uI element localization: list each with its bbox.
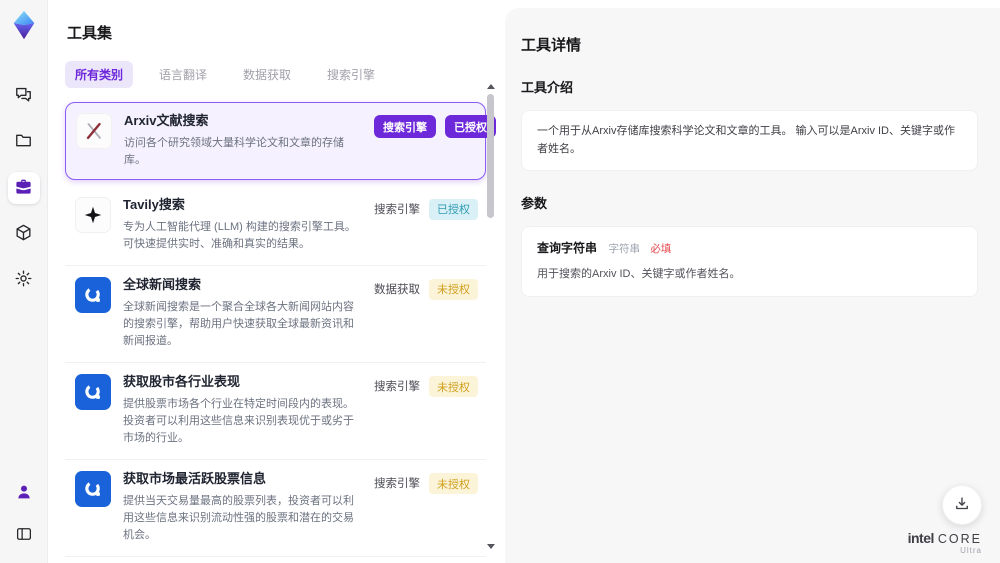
tool-title: 获取股市各行业表现 bbox=[123, 374, 241, 389]
download-icon bbox=[953, 495, 971, 516]
detail-title: 工具详情 bbox=[521, 37, 582, 54]
param-type: 字符串 bbox=[608, 243, 640, 256]
app-logo gem-logo-icon bbox=[9, 10, 39, 40]
tool-description: 提供当天交易量最高的股票列表，投资者可以利用这些信息来识别流动性强的股票和潜在的… bbox=[123, 494, 354, 542]
sidebar-btn-toolbox-icon[interactable] bbox=[7, 172, 40, 204]
category-tag: 搜索引擎 bbox=[374, 478, 420, 491]
intel-wordmark: intel bbox=[907, 529, 935, 546]
tool-card-6[interactable]: 万维地区新闻查询查询具体行政区划内的新闻，快速了解各地新闻动搜索引擎未授权 bbox=[65, 557, 486, 563]
auth-status-badge: 已授权 bbox=[429, 198, 478, 220]
tool-title: Arxiv文献搜索 bbox=[124, 113, 209, 128]
tools-panel: 工具集 所有类别 语言翻译 数据获取 搜索引擎 Arxiv文献搜索 访问各个研究领域大量… bbox=[48, 0, 505, 563]
tool-card-5[interactable]: 获取市场最活跃股票信息提供当天交易量最高的股票列表，投资者可以利用这些信息来识别… bbox=[65, 460, 486, 558]
tool-card-3[interactable]: 全球新闻搜索全球新闻搜索是一个聚合全球各大新闻网站内容的搜索引擎，帮助用户快速获… bbox=[65, 266, 486, 363]
toolbox-icon bbox=[14, 177, 33, 199]
sidebar-bottom bbox=[8, 477, 40, 551]
tab-数据获取[interactable]: 数据获取 bbox=[233, 61, 301, 88]
intel-core-logo: intel CORE Ultra bbox=[908, 531, 982, 556]
tool-card-4[interactable]: 获取股市各行业表现提供股票市场各个行业在特定时间段内的表现。投资者可以利用这些信… bbox=[65, 363, 486, 461]
sidebar-btn-folder-icon[interactable] bbox=[8, 126, 40, 158]
intro-box: 一个用于从Arxiv存储库搜索科学论文和文章的工具。 输入可以是Arxiv ID… bbox=[521, 110, 978, 172]
news-e-icon bbox=[75, 276, 111, 313]
sidebar-btn-chat-icon[interactable] bbox=[8, 80, 40, 112]
tool-title: Tavily搜索 bbox=[123, 196, 185, 212]
auth-status-badge: 未授权 bbox=[429, 473, 478, 495]
tab-搜索引擎[interactable]: 搜索引擎 bbox=[317, 61, 385, 88]
ultra-wordmark: Ultra bbox=[960, 546, 982, 555]
arxiv-icon bbox=[76, 113, 112, 149]
tool-card-1[interactable]: Arxiv文献搜索 访问各个研究领域大量科学论文和文章的存储库。 搜索引擎 已授权 bbox=[65, 102, 496, 180]
page-title: 工具集 bbox=[67, 25, 113, 42]
scroll-down-arrow-icon[interactable] bbox=[487, 544, 495, 549]
parameter-box: 查询字符串 字符串 必填 用于搜索的Arxiv ID、关键字或作者姓名。 bbox=[521, 226, 978, 297]
folder-icon bbox=[14, 131, 33, 153]
sparkle-icon bbox=[75, 196, 111, 233]
category-tag: 搜索引擎 bbox=[374, 115, 436, 138]
collapse-panel-icon bbox=[15, 525, 33, 546]
news-e-icon bbox=[75, 374, 111, 410]
list-scrollbar[interactable] bbox=[486, 84, 495, 549]
tool-description: 专为人工智能代理 (LLM) 构建的搜索引擎工具。可快速提供实时、准确和真实的结… bbox=[123, 220, 356, 250]
tool-title: 全球新闻搜索 bbox=[123, 276, 202, 292]
category-tabs: 所有类别 语言翻译 数据获取 搜索引擎 bbox=[65, 61, 505, 88]
category-tag: 搜索引擎 bbox=[374, 203, 420, 216]
scroll-up-arrow-icon[interactable] bbox=[487, 84, 495, 89]
user-icon bbox=[15, 483, 33, 504]
tool-description: 访问各个研究领域大量科学论文和文章的存储库。 bbox=[124, 136, 344, 166]
category-tag: 数据获取 bbox=[374, 283, 420, 296]
sidebar-btn-user-icon[interactable] bbox=[8, 477, 40, 509]
auth-status-badge: 未授权 bbox=[429, 376, 478, 397]
param-description: 用于搜索的Arxiv ID、关键字或作者姓名。 bbox=[537, 268, 741, 281]
app-window: 工具集 所有类别 语言翻译 数据获取 搜索引擎 Arxiv文献搜索 访问各个研究领域大量… bbox=[0, 0, 1000, 563]
tool-intro-text: 一个用于从Arxiv存储库搜索科学论文和文章的工具。 输入可以是Arxiv ID… bbox=[537, 125, 955, 155]
param-name: 查询字符串 bbox=[537, 241, 598, 256]
param-required-badge: 必填 bbox=[650, 243, 672, 256]
package-icon bbox=[14, 223, 33, 245]
tab-语言翻译[interactable]: 语言翻译 bbox=[149, 61, 217, 88]
news-e-icon bbox=[75, 471, 111, 508]
download-button[interactable] bbox=[942, 485, 982, 525]
icon-sidebar bbox=[0, 0, 48, 563]
chat-icon bbox=[14, 85, 33, 107]
core-wordmark: CORE bbox=[937, 531, 982, 546]
params-section-header: 参数 bbox=[521, 196, 548, 212]
sidebar-btn-package-icon[interactable] bbox=[8, 218, 40, 250]
intro-section-header: 工具介绍 bbox=[521, 80, 574, 95]
sidebar-btn-collapse-panel-icon[interactable] bbox=[8, 519, 40, 551]
tool-title: 获取市场最活跃股票信息 bbox=[123, 471, 267, 487]
sidebar-btn-settings-icon[interactable] bbox=[8, 264, 40, 296]
auth-status-badge: 未授权 bbox=[429, 278, 478, 300]
sidebar-nav bbox=[7, 80, 40, 296]
tool-description: 全球新闻搜索是一个聚合全球各大新闻网站内容的搜索引擎，帮助用户快速获取全球最新资… bbox=[123, 300, 354, 347]
settings-icon bbox=[14, 269, 33, 291]
tool-list: Arxiv文献搜索 访问各个研究领域大量科学论文和文章的存储库。 搜索引擎 已授权 Ta… bbox=[65, 102, 496, 563]
tool-detail-panel: 工具详情 工具介绍 一个用于从Arxiv存储库搜索科学论文和文章的工具。 输入可… bbox=[505, 8, 1000, 563]
scrollbar-thumb[interactable] bbox=[487, 94, 494, 218]
tool-card-2[interactable]: Tavily搜索专为人工智能代理 (LLM) 构建的搜索引擎工具。可快速提供实时… bbox=[65, 186, 486, 266]
category-tag: 搜索引擎 bbox=[374, 381, 420, 393]
tab-所有类别[interactable]: 所有类别 bbox=[65, 61, 134, 88]
tool-description: 提供股票市场各个行业在特定时间段内的表现。投资者可以利用这些信息来识别表现优于或… bbox=[123, 397, 354, 444]
